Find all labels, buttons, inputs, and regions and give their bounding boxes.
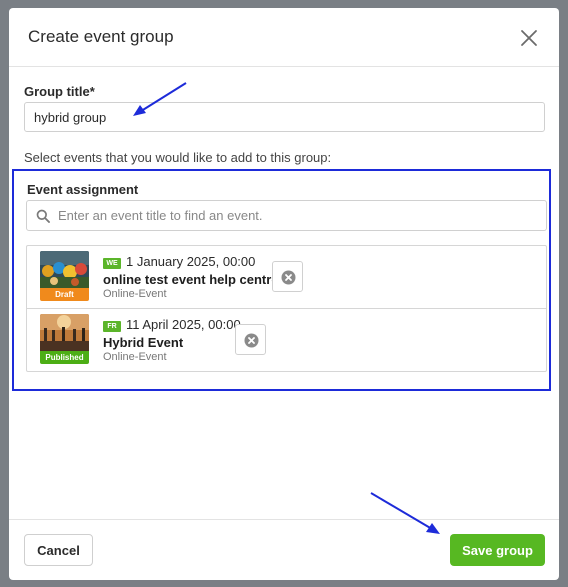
close-button[interactable] — [519, 28, 539, 48]
list-item: Published FR 11 April 2025, 00:00 Hybrid… — [27, 309, 546, 372]
list-item: Draft WE 1 January 2025, 00:00 online te… — [27, 246, 546, 309]
status-badge: Published — [40, 351, 89, 364]
close-icon — [521, 30, 537, 46]
search-icon — [36, 209, 50, 223]
save-group-button[interactable]: Save group — [450, 534, 545, 566]
status-badge: Draft — [40, 288, 89, 301]
event-image — [40, 314, 89, 352]
event-thumbnail: Draft — [40, 251, 89, 301]
event-assignment-label: Event assignment — [27, 182, 139, 197]
event-type: Online-Event — [103, 351, 167, 363]
event-thumbnail: Published — [40, 314, 89, 364]
group-title-input[interactable] — [24, 102, 545, 132]
weekday-badge: FR — [103, 321, 121, 332]
remove-icon — [244, 333, 259, 348]
event-type: Online-Event — [103, 288, 167, 300]
event-search-input[interactable] — [58, 201, 538, 230]
event-image — [40, 251, 89, 289]
dialog-header: Create event group — [9, 8, 559, 67]
event-title: online test event help centre — [103, 272, 279, 287]
event-title: Hybrid Event — [103, 335, 184, 350]
event-assignment-section: Event assignment Enter an event title to… — [12, 169, 551, 391]
assigned-events-list: Draft WE 1 January 2025, 00:00 online te… — [26, 245, 547, 372]
remove-icon — [281, 270, 296, 285]
event-date: 1 January 2025, 00:00 — [126, 254, 256, 269]
group-title-label: Group title* — [24, 84, 95, 99]
remove-event-button[interactable] — [272, 261, 303, 292]
create-event-group-dialog: Create event group Group title* Select e… — [9, 8, 559, 580]
event-search-field[interactable] — [26, 200, 547, 231]
weekday-badge: WE — [103, 258, 121, 269]
cancel-button[interactable]: Cancel — [24, 534, 93, 566]
dialog-footer: Cancel Save group — [9, 519, 559, 580]
remove-event-button[interactable] — [235, 324, 266, 355]
event-date: 11 April 2025, 00:00 — [126, 317, 241, 332]
select-events-hint: Select events that you would like to add… — [24, 150, 332, 165]
dialog-title: Create event group — [28, 27, 174, 46]
